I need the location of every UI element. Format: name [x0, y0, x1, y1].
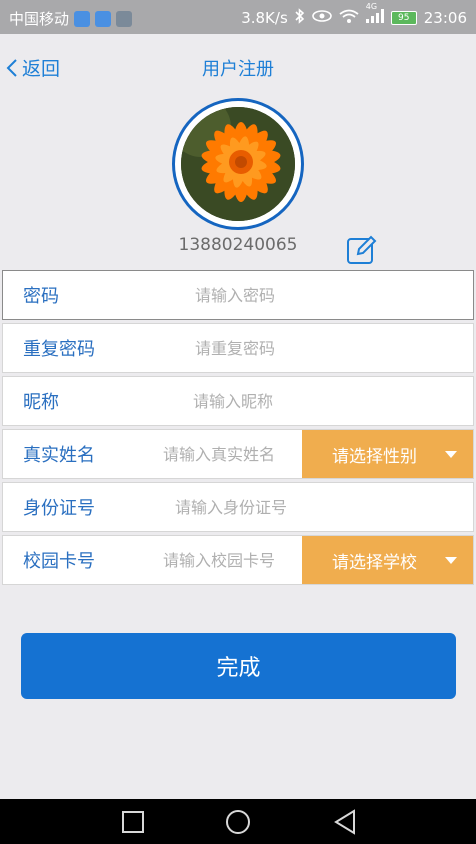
triangle-back-icon: [334, 809, 355, 835]
repeat-password-input[interactable]: [193, 337, 447, 359]
campus-card-row: 校园卡号 请选择学校: [2, 535, 474, 585]
clock-time: 23:06: [423, 9, 467, 27]
nickname-row: 昵称: [2, 376, 474, 426]
network-speed: 3.8K/s: [241, 9, 288, 27]
header: 返回 用户注册: [0, 34, 476, 100]
avatar-image: [181, 107, 295, 221]
real-name-label: 真实姓名: [23, 445, 95, 466]
repeat-password-row: 重复密码: [2, 323, 474, 373]
school-select[interactable]: 请选择学校: [302, 536, 473, 584]
password-input[interactable]: [193, 284, 447, 306]
school-select-label: 请选择学校: [332, 552, 417, 573]
real-name-row: 真实姓名 请选择性别: [2, 429, 474, 479]
bluetooth-icon: [295, 8, 305, 28]
campus-card-input[interactable]: [161, 549, 305, 571]
status-bar: 中国移动 3.8K/s 4G 95 23:06: [0, 0, 476, 34]
gender-select-label: 请选择性别: [332, 446, 417, 467]
pulse-icon: [74, 10, 91, 27]
edit-icon: [347, 235, 377, 264]
page-title: 用户注册: [202, 59, 274, 80]
usb-icon: [95, 10, 112, 27]
campus-card-label: 校园卡号: [23, 551, 95, 572]
wifi-icon: [339, 9, 359, 28]
real-name-input[interactable]: [161, 443, 305, 465]
id-number-label: 身份证号: [23, 498, 95, 519]
registration-form: 密码 重复密码 昵称 真实姓名 请选择性别 身份证号 校园卡号 请选择学校: [2, 270, 474, 588]
submit-button[interactable]: 完成: [21, 633, 456, 699]
caret-down-icon: [445, 451, 457, 458]
carrier-name: 中国移动: [9, 10, 70, 28]
home-button[interactable]: [225, 809, 251, 835]
recent-apps-button[interactable]: [120, 809, 146, 835]
password-label: 密码: [23, 286, 59, 307]
circle-icon: [226, 810, 250, 834]
back-nav-button[interactable]: [332, 809, 358, 835]
gender-select[interactable]: 请选择性别: [302, 430, 473, 478]
phone-number: 13880240065: [178, 235, 298, 255]
eye-icon: [311, 9, 332, 27]
caret-down-icon: [445, 557, 457, 564]
nickname-input[interactable]: [191, 390, 445, 412]
edit-button[interactable]: [346, 234, 378, 266]
nickname-label: 昵称: [23, 392, 59, 413]
signal-icon: 4G: [365, 2, 384, 27]
image-icon: [116, 10, 133, 27]
password-row: 密码: [2, 270, 474, 320]
avatar[interactable]: [172, 98, 304, 230]
id-number-input[interactable]: [173, 496, 457, 518]
id-number-row: 身份证号: [2, 482, 474, 532]
repeat-password-label: 重复密码: [23, 339, 95, 360]
square-icon: [122, 811, 144, 833]
battery-icon: 95: [390, 11, 417, 25]
system-nav-bar: [0, 799, 476, 844]
